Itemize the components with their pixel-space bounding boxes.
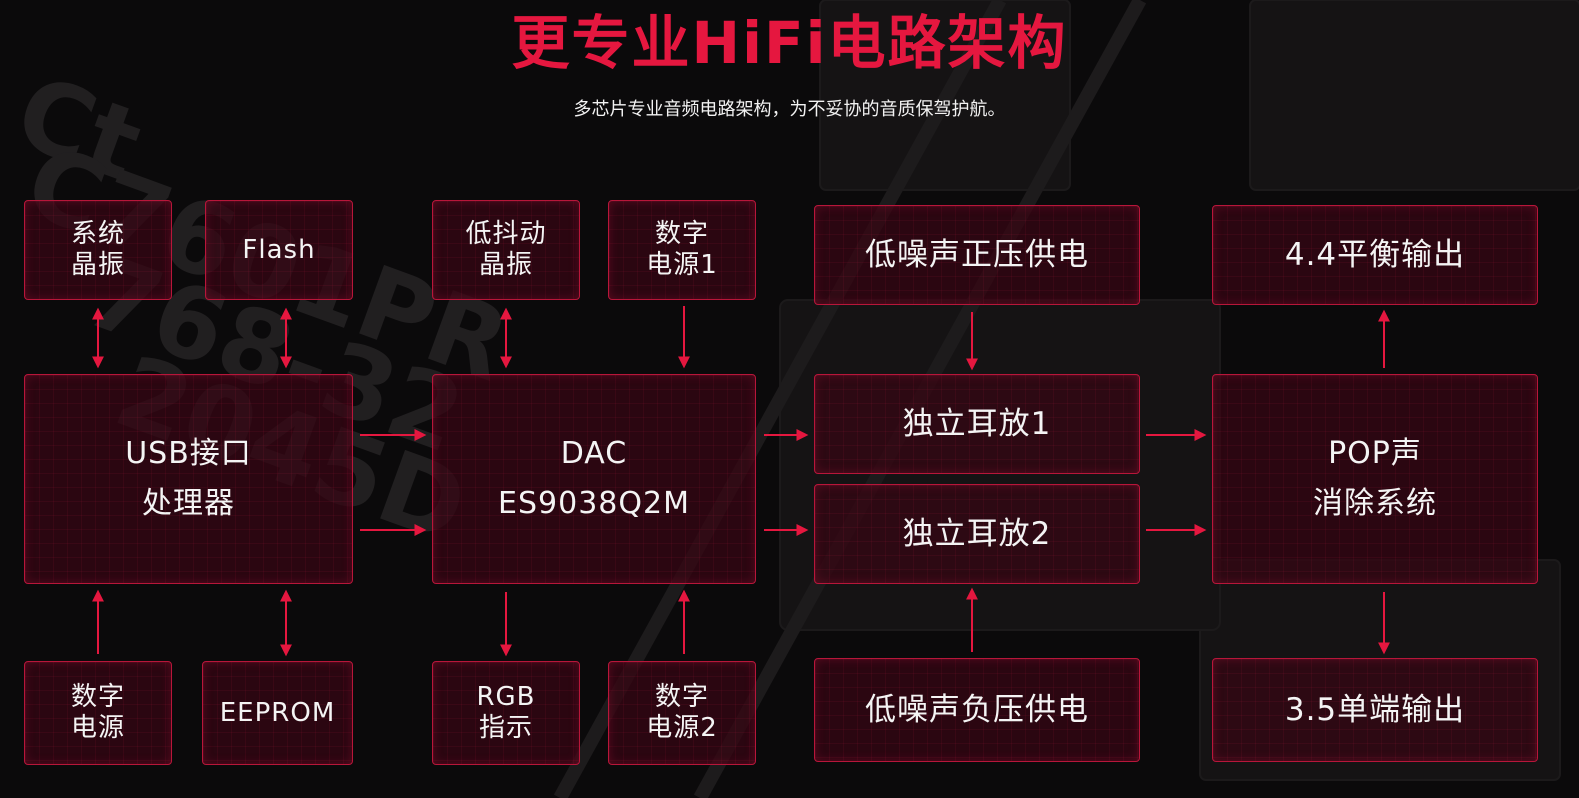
block-system-crystal-line-2: 晶振 <box>70 250 125 280</box>
block-eeprom-line-1: EEPROM <box>219 697 336 728</box>
page-subtitle: 多芯片专业音频电路架构，为不妥协的音质保驾护航。 <box>573 99 1006 120</box>
block-amp-1-line-1: 独立耳放1 <box>902 406 1052 442</box>
block-digital-power-line-2: 电源 <box>70 713 125 743</box>
block-digital-power-2-line-2: 电源2 <box>646 713 718 743</box>
block-positive-power-line-1: 低噪声正压供电 <box>865 237 1089 273</box>
block-usb-processor-line-1: USB接口 <box>125 436 252 471</box>
block-single-ended-output-line-1: 3.5单端输出 <box>1284 692 1466 728</box>
block-dac-line-2: ES9038Q2M <box>498 486 690 521</box>
block-amp-2: 独立耳放2 <box>814 484 1140 584</box>
block-digital-power-1-line-1: 数字 <box>654 219 709 249</box>
block-usb-processor-line-2: 处理器 <box>142 486 235 521</box>
block-low-jitter-crystal: 低抖动 晶振 <box>432 200 580 300</box>
block-pop-suppression-line-2: 消除系统 <box>1313 486 1437 521</box>
block-pop-suppression-line-1: POP声 <box>1328 436 1422 471</box>
block-usb-processor: USB接口 处理器 <box>24 374 353 584</box>
block-digital-power: 数字 电源 <box>24 661 172 765</box>
block-dac: DAC ES9038Q2M <box>432 374 756 584</box>
block-low-jitter-crystal-line-2: 晶振 <box>478 250 533 280</box>
block-single-ended-output: 3.5单端输出 <box>1212 658 1538 762</box>
block-digital-power-1-line-2: 电源1 <box>646 250 718 280</box>
block-pop-suppression: POP声 消除系统 <box>1212 374 1538 584</box>
block-digital-power-line-1: 数字 <box>70 682 125 712</box>
block-digital-power-2-line-1: 数字 <box>654 682 709 712</box>
block-rgb-indicator-line-2: 指示 <box>478 713 533 743</box>
page-title: 更专业HiFi电路架构 <box>511 9 1068 77</box>
block-flash-line-1: Flash <box>242 234 316 265</box>
block-rgb-indicator: RGB 指示 <box>432 661 580 765</box>
block-negative-power-line-1: 低噪声负压供电 <box>865 692 1089 728</box>
block-dac-line-1: DAC <box>560 436 628 471</box>
block-balanced-output: 4.4平衡输出 <box>1212 205 1538 305</box>
block-rgb-indicator-line-1: RGB <box>476 682 536 712</box>
block-system-crystal-line-1: 系统 <box>70 219 125 249</box>
block-balanced-output-line-1: 4.4平衡输出 <box>1284 237 1466 273</box>
block-low-jitter-crystal-line-1: 低抖动 <box>465 219 547 249</box>
block-amp-1: 独立耳放1 <box>814 374 1140 474</box>
block-system-crystal: 系统 晶振 <box>24 200 172 300</box>
block-digital-power-1: 数字 电源1 <box>608 200 756 300</box>
block-positive-power: 低噪声正压供电 <box>814 205 1140 305</box>
diagram-stage: Ct C7601PR 768-32 2045D 更专业HiFi电路架构 多芯片专… <box>0 0 1579 798</box>
block-amp-2-line-1: 独立耳放2 <box>902 516 1052 552</box>
block-digital-power-2: 数字 电源2 <box>608 661 756 765</box>
block-eeprom: EEPROM <box>202 661 353 765</box>
block-flash: Flash <box>205 200 353 300</box>
block-negative-power: 低噪声负压供电 <box>814 658 1140 762</box>
